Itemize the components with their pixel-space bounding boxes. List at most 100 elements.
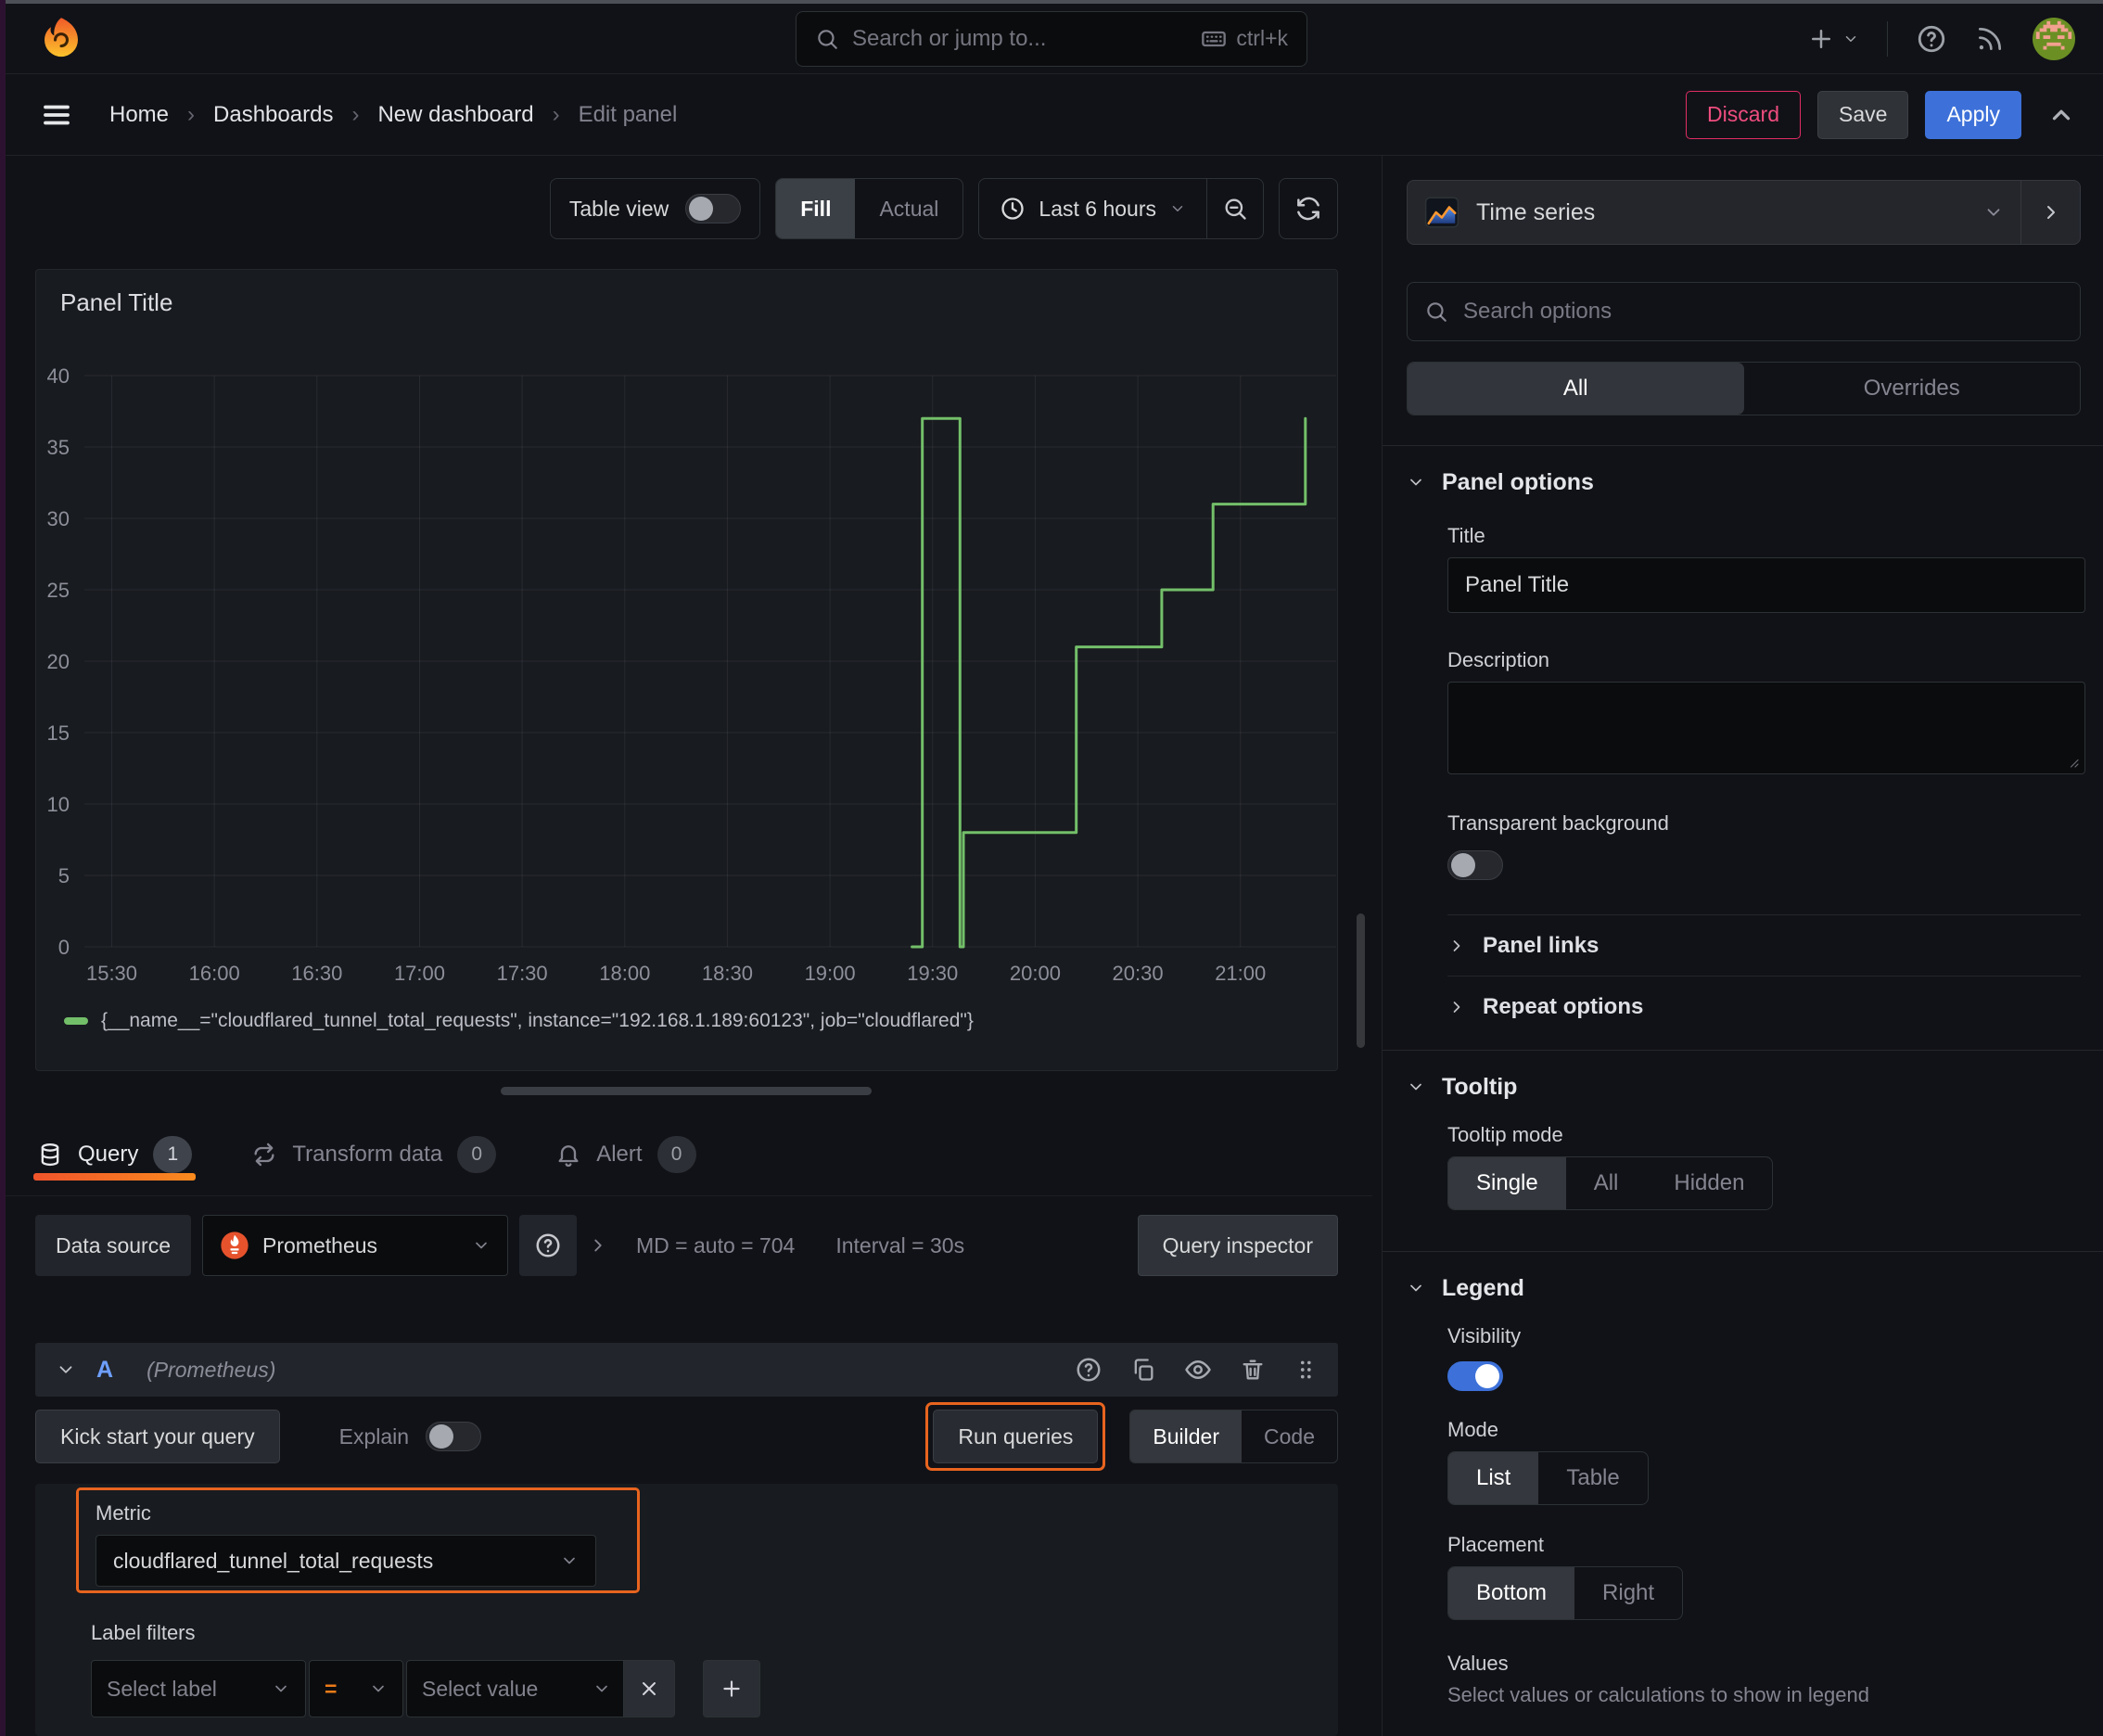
remove-filter-button[interactable] bbox=[623, 1660, 675, 1717]
search-options-input[interactable] bbox=[1463, 299, 2063, 325]
news-rss-icon[interactable] bbox=[1975, 24, 2005, 54]
chevron-up-icon[interactable] bbox=[2047, 101, 2075, 129]
legend-visibility-toggle[interactable] bbox=[1447, 1361, 1503, 1391]
toggle-visibility-eye-icon[interactable] bbox=[1184, 1356, 1212, 1384]
select-value-dropdown[interactable]: Select value bbox=[406, 1660, 627, 1717]
fill-option[interactable]: Fill bbox=[776, 179, 856, 238]
refresh-button[interactable] bbox=[1279, 178, 1338, 239]
breadcrumb-separator: › bbox=[351, 101, 360, 127]
panel-description-textarea[interactable] bbox=[1447, 682, 2085, 774]
tooltip-mode-all[interactable]: All bbox=[1566, 1157, 1647, 1209]
tab-alert[interactable]: Alert 0 bbox=[555, 1113, 696, 1195]
user-avatar[interactable] bbox=[2033, 17, 2075, 60]
query-help-icon[interactable] bbox=[1075, 1356, 1102, 1384]
apply-button[interactable]: Apply bbox=[1925, 90, 2021, 139]
builder-code-segmented: Builder Code bbox=[1129, 1410, 1338, 1463]
panel-options-section-header[interactable]: Panel options bbox=[1407, 446, 2081, 518]
repeat-options-section-header[interactable]: Repeat options bbox=[1447, 976, 2081, 1037]
operator-dropdown[interactable]: = bbox=[309, 1660, 403, 1717]
tooltip-mode-label: Tooltip mode bbox=[1447, 1123, 1563, 1146]
scrollbar-thumb[interactable] bbox=[1357, 913, 1365, 1048]
legend-section-header[interactable]: Legend bbox=[1407, 1252, 2081, 1324]
tab-query[interactable]: Query 1 bbox=[33, 1113, 197, 1195]
drag-grip-icon[interactable] bbox=[1294, 1358, 1318, 1382]
panel-resize-handle[interactable] bbox=[501, 1087, 872, 1095]
x-tick-label: 19:00 bbox=[805, 962, 856, 985]
table-view-control: Table view bbox=[549, 178, 761, 239]
legend-swatch[interactable] bbox=[64, 1017, 88, 1025]
panel-title-input[interactable] bbox=[1447, 557, 2085, 613]
table-view-toggle[interactable] bbox=[685, 194, 742, 223]
panel-links-title: Panel links bbox=[1483, 932, 1600, 958]
select-label-placeholder: Select label bbox=[107, 1676, 217, 1701]
tab-all[interactable]: All bbox=[1408, 363, 1744, 415]
add-filter-button[interactable] bbox=[703, 1660, 760, 1717]
expand-options-chevron-icon[interactable] bbox=[588, 1235, 608, 1256]
query-row-header[interactable]: A (Prometheus) bbox=[35, 1343, 1338, 1397]
actual-option[interactable]: Actual bbox=[855, 179, 962, 238]
query-ref-id: A bbox=[96, 1356, 114, 1383]
breadcrumb-dashboards[interactable]: Dashboards bbox=[213, 102, 333, 128]
search-options-field[interactable] bbox=[1407, 282, 2081, 341]
datasource-help-button[interactable] bbox=[519, 1215, 578, 1276]
panel-title[interactable]: Panel Title bbox=[60, 288, 172, 317]
legend-series-label[interactable]: {__name__="cloudflared_tunnel_total_requ… bbox=[101, 1010, 974, 1032]
duplicate-query-icon[interactable] bbox=[1130, 1357, 1156, 1383]
explain-toggle[interactable] bbox=[426, 1422, 482, 1451]
shortcut-label: ctrl+k bbox=[1236, 26, 1288, 50]
global-search[interactable]: ctrl+k bbox=[796, 10, 1307, 67]
delete-query-trash-icon[interactable] bbox=[1240, 1357, 1266, 1383]
menu-toggle-icon[interactable] bbox=[41, 99, 72, 131]
time-range-label: Last 6 hours bbox=[1039, 196, 1156, 221]
fill-actual-segmented: Fill Actual bbox=[775, 178, 964, 239]
help-circle-icon bbox=[534, 1232, 562, 1259]
collapse-pane-button[interactable] bbox=[2020, 181, 2080, 244]
kick-start-query-button[interactable]: Kick start your query bbox=[35, 1410, 280, 1463]
tab-transform[interactable]: Transform data 0 bbox=[251, 1113, 497, 1195]
topbar-actions bbox=[1807, 17, 2075, 60]
discard-button[interactable]: Discard bbox=[1686, 90, 1802, 139]
time-range-button[interactable]: Last 6 hours bbox=[979, 179, 1206, 238]
visualization-select[interactable]: Time series bbox=[1408, 181, 2020, 244]
y-tick-label: 40 bbox=[47, 364, 70, 388]
select-label-dropdown[interactable]: Select label bbox=[91, 1660, 306, 1717]
new-menu-button[interactable] bbox=[1807, 25, 1859, 53]
query-inspector-button[interactable]: Query inspector bbox=[1137, 1215, 1338, 1276]
metric-select[interactable]: cloudflared_tunnel_total_requests bbox=[96, 1535, 596, 1587]
panel-links-section-header[interactable]: Panel links bbox=[1447, 914, 2081, 976]
builder-option[interactable]: Builder bbox=[1130, 1410, 1243, 1462]
code-option[interactable]: Code bbox=[1242, 1410, 1337, 1462]
chevron-down-icon[interactable] bbox=[56, 1359, 76, 1380]
max-data-points-stat: MD = auto = 704 bbox=[636, 1232, 796, 1257]
x-tick-label: 17:30 bbox=[497, 962, 548, 985]
search-icon bbox=[815, 27, 839, 51]
global-search-input[interactable] bbox=[852, 25, 1189, 52]
datasource-value: Prometheus bbox=[262, 1232, 378, 1257]
datasource-select[interactable]: Prometheus bbox=[202, 1215, 509, 1276]
zoom-out-time-button[interactable] bbox=[1206, 179, 1263, 238]
tooltip-mode-single[interactable]: Single bbox=[1448, 1157, 1566, 1209]
legend-placement-segmented: Bottom Right bbox=[1447, 1566, 1684, 1620]
legend-placement-right[interactable]: Right bbox=[1574, 1567, 1682, 1619]
legend-placement-bottom[interactable]: Bottom bbox=[1448, 1567, 1575, 1619]
editor-tabs: Query 1 Transform data 0 Alert 0 bbox=[0, 1113, 1372, 1196]
breadcrumb-home[interactable]: Home bbox=[109, 102, 169, 128]
grafana-logo-icon[interactable] bbox=[37, 15, 85, 63]
refresh-icon bbox=[1294, 195, 1322, 223]
help-icon[interactable] bbox=[1916, 23, 1947, 55]
tooltip-mode-hidden[interactable]: Hidden bbox=[1646, 1157, 1772, 1209]
query-options-summary[interactable]: MD = auto = 704 Interval = 30s bbox=[619, 1215, 964, 1276]
query-count-badge: 1 bbox=[153, 1135, 193, 1173]
breadcrumb-new-dashboard[interactable]: New dashboard bbox=[377, 102, 533, 128]
run-queries-button[interactable]: Run queries bbox=[933, 1410, 1099, 1463]
tooltip-section-header[interactable]: Tooltip bbox=[1407, 1051, 2081, 1123]
transparent-background-toggle[interactable] bbox=[1447, 850, 1503, 880]
label-filter-row: Select label = Select value bbox=[91, 1660, 760, 1717]
tab-overrides[interactable]: Overrides bbox=[1744, 363, 2081, 415]
save-button[interactable]: Save bbox=[1817, 90, 1909, 139]
x-tick-label: 18:00 bbox=[599, 962, 650, 985]
legend-mode-list[interactable]: List bbox=[1448, 1452, 1539, 1504]
resize-grip-icon[interactable] bbox=[2064, 753, 2081, 770]
x-tick-label: 20:30 bbox=[1113, 962, 1164, 985]
legend-mode-table[interactable]: Table bbox=[1538, 1452, 1647, 1504]
